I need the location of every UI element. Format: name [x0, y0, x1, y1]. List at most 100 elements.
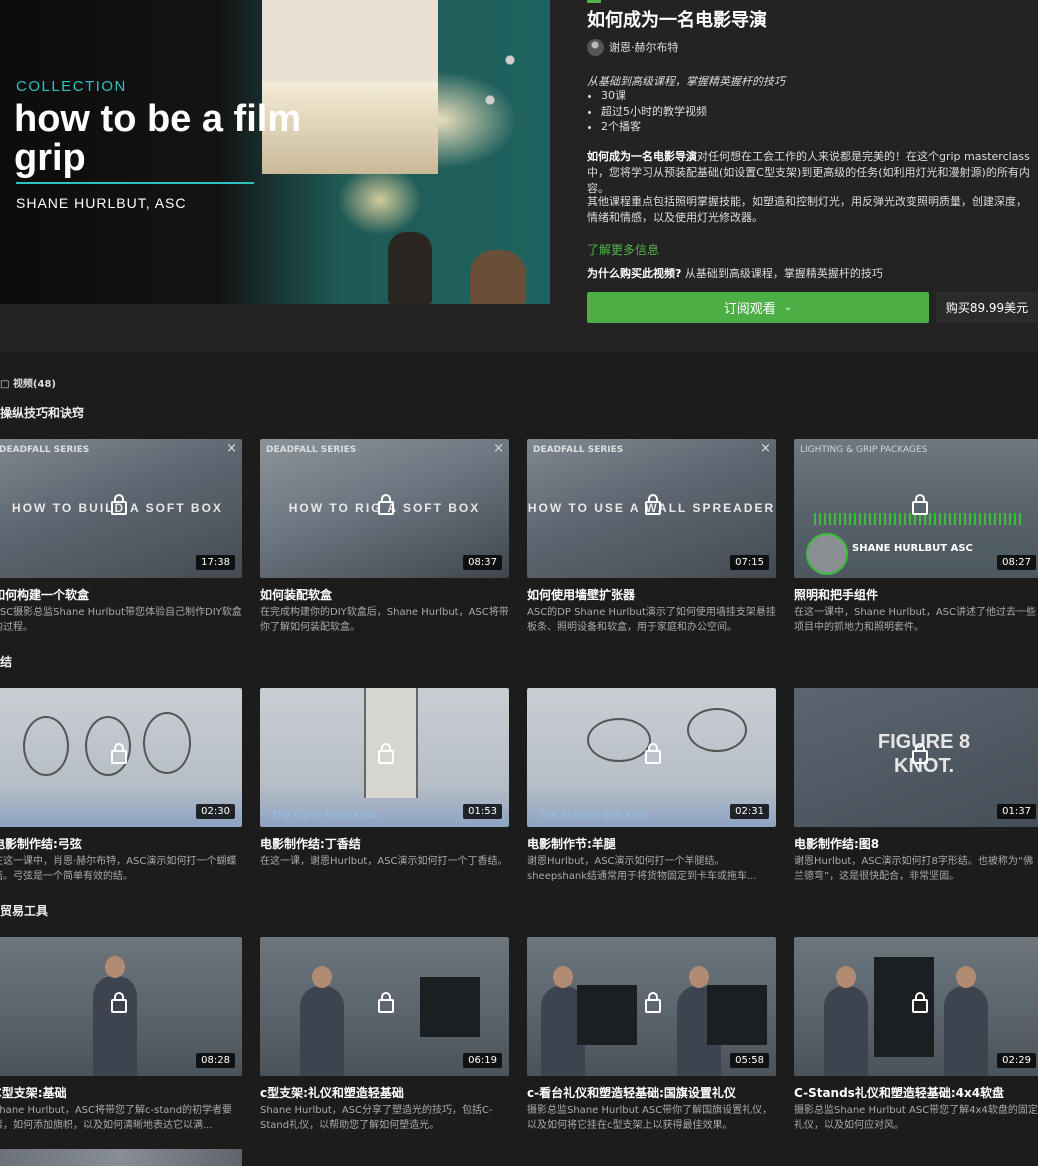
video-description: 谢恩Hurlbut，ASC演示如何打一个羊腿结。sheepshank结通常用于将… — [527, 856, 757, 882]
course-summary: 从基础到高级课程，掌握精英握杆的技巧 — [587, 75, 785, 88]
video-card[interactable]: The Clove Hitch Knot 01:53 电影制作结:丁香结 在这一… — [260, 688, 509, 884]
chevron-down-icon: ⌄ — [783, 302, 793, 313]
video-card[interactable]: 06:19 c型支架:礼仪和塑造轻基础 Shane Hurlbut，ASC分享了… — [260, 937, 509, 1133]
lock-icon — [378, 743, 394, 764]
video-thumbnail[interactable]: 05:58 — [527, 937, 776, 1076]
video-card[interactable]: 08:28 C型支架:基础 Shane Hurlbut，ASC将带您了解c-st… — [0, 937, 242, 1133]
lock-icon — [645, 743, 661, 764]
duration-badge: 02:31 — [730, 804, 769, 819]
course-description-bold: 如何成为一名电影导演 — [587, 150, 697, 163]
series-label: DEADFALL SERIES — [533, 445, 624, 455]
video-card[interactable]: The Sheepshank Knot 02:31 电影制作节:羊腿 谢恩Hur… — [527, 688, 776, 884]
course-features: 30课 超过5小时的教学视频 2个播客 — [587, 88, 707, 135]
video-title[interactable]: c-看台礼仪和塑造轻基础:国旗设置礼仪 — [527, 1084, 776, 1101]
series-label: LIGHTING & GRIP PACKAGES — [800, 445, 928, 455]
video-thumbnail[interactable]: 06:19 — [260, 937, 509, 1076]
course-description: 如何成为一名电影导演对任何想在工会工作的人来说都是完美的！在这个grip mas… — [587, 149, 1037, 197]
video-thumbnail[interactable]: LIGHTING & GRIP PACKAGES SHANE HURLBUT A… — [794, 439, 1038, 578]
video-card[interactable]: LIGHTING & GRIP PACKAGES SHANE HURLBUT A… — [794, 439, 1038, 635]
video-title[interactable]: 如何使用墙壁扩张器 — [527, 586, 776, 603]
buy-button[interactable]: 购买89.99美元 — [936, 292, 1038, 323]
close-icon: × — [226, 441, 237, 456]
feature-item: 2个播客 — [601, 119, 707, 135]
video-card[interactable]: DEADFALL SERIES × HOW TO RIG A SOFT BOX … — [260, 439, 509, 635]
duration-badge: 08:27 — [997, 555, 1036, 570]
video-title[interactable]: C型支架:基础 — [0, 1084, 242, 1101]
video-thumbnail[interactable]: The Sheepshank Knot 02:31 — [527, 688, 776, 827]
lock-icon — [645, 992, 661, 1013]
course-cover-image[interactable]: COLLECTION how to be a film grip SHANE H… — [0, 0, 550, 304]
section-title: 贸易工具 — [0, 904, 49, 918]
video-description: 在这一课，谢恩Hurlbut，ASC演示如何打一个丁香结。 — [260, 856, 508, 867]
cover-author: SHANE HURLBUT, ASC — [16, 195, 187, 211]
lock-icon — [111, 992, 127, 1013]
video-card[interactable]: DEADFALL SERIES × HOW TO BUILD A SOFT BO… — [0, 439, 242, 635]
video-description: 在这一课中，Shane Hurlbut，ASC讲述了他过去一些项目中的抓地力和照… — [794, 607, 1037, 633]
video-thumbnail[interactable]: FIGURE 8 KNOT. 01:37 — [794, 688, 1038, 827]
video-title[interactable]: c型支架:礼仪和塑造轻基础 — [260, 1084, 509, 1101]
video-thumbnail[interactable]: DEADFALL SERIES × HOW TO RIG A SOFT BOX … — [260, 439, 509, 578]
video-title[interactable]: 如何装配软盒 — [260, 586, 509, 603]
video-thumbnail[interactable]: DEADFALL SERIES × HOW TO USE A WALL SPRE… — [527, 439, 776, 578]
video-card[interactable]: FIGURE 8 KNOT. 01:37 电影制作结:图8 谢恩Hurlbut，… — [794, 688, 1038, 884]
video-title[interactable]: 如何构建一个软盒 — [0, 586, 242, 603]
video-thumbnail[interactable]: DEADFALL SERIES × HOW TO BUILD A SOFT BO… — [0, 439, 242, 578]
video-thumbnail[interactable] — [0, 1149, 242, 1166]
duration-badge: 02:30 — [196, 804, 235, 819]
lock-icon — [912, 494, 928, 515]
videos-count: □ 视频(48) — [0, 375, 56, 390]
avatar — [806, 533, 848, 575]
feature-item: 超过5小时的教学视频 — [601, 104, 707, 120]
subscribe-label: 订阅观看 — [723, 302, 776, 317]
video-title[interactable]: 照明和把手组件 — [794, 586, 1038, 603]
instructor[interactable]: 谢恩·赫尔布特 — [587, 38, 679, 56]
lock-icon — [645, 494, 661, 515]
video-description: 在这一课中，肖恩·赫尔布特，ASC演示如何打一个蝴蝶结。弓弦是一个简单有效的结。 — [0, 856, 237, 882]
video-title[interactable]: 电影制作结:图8 — [794, 835, 1038, 852]
videos-count-label: 视频(48) — [12, 379, 56, 390]
duration-badge: 06:19 — [463, 1053, 502, 1068]
video-description: ASC的DP Shane Hurlbut演示了如何使用墙挂支架悬挂板条、照明设备… — [527, 607, 776, 633]
video-description: 谢恩Hurlbut，ASC演示如何打8字形结。也被称为“佛兰德弯”，这是很快配合… — [794, 856, 1034, 882]
learn-more-link[interactable]: 了解更多信息 — [587, 241, 659, 258]
video-card[interactable]: DEADFALL SERIES × HOW TO USE A WALL SPRE… — [527, 439, 776, 635]
series-label: DEADFALL SERIES — [0, 445, 90, 455]
lock-icon — [111, 743, 127, 764]
video-description: 在完成构建你的DIY软盒后，Shane Hurlbut，ASC将带你了解如何装配… — [260, 607, 509, 633]
series-label: DEADFALL SERIES — [266, 445, 357, 455]
duration-badge: 01:53 — [463, 804, 502, 819]
video-thumbnail[interactable]: The Clove Hitch Knot 01:53 — [260, 688, 509, 827]
duration-badge: 02:29 — [997, 1053, 1036, 1068]
lock-icon — [912, 992, 928, 1013]
video-description: ASC摄影总监Shane Hurlbut带您体验自己制作DIY软盒的过程。 — [0, 607, 242, 633]
video-thumbnail[interactable]: 02:30 — [0, 688, 242, 827]
video-card[interactable]: 02:29 C-Stands礼仪和塑造轻基础:4x4软盘 摄影总监Shane H… — [794, 937, 1038, 1133]
video-title[interactable]: 电影制作节:羊腿 — [527, 835, 776, 852]
video-thumbnail[interactable]: 08:28 — [0, 937, 242, 1076]
video-icon: □ — [0, 379, 10, 390]
thumbnail-caption: The Sheepshank Knot — [539, 810, 649, 821]
video-card[interactable]: 05:58 c-看台礼仪和塑造轻基础:国旗设置礼仪 摄影总监Shane Hurl… — [527, 937, 776, 1133]
cover-title: how to be a film grip — [14, 98, 302, 179]
duration-badge: 08:37 — [463, 555, 502, 570]
video-card[interactable]: 02:30 电影制作结:弓弦 在这一课中，肖恩·赫尔布特，ASC演示如何打一个蝴… — [0, 688, 242, 884]
video-title[interactable]: 电影制作结:丁香结 — [260, 835, 509, 852]
video-title[interactable]: C-Stands礼仪和塑造轻基础:4x4软盘 — [794, 1084, 1038, 1101]
course-description-extra: 其他课程重点包括照明掌握技能，如塑造和控制灯光，用反弹光改变照明质量，创建深度，… — [587, 195, 1027, 224]
lock-icon — [111, 494, 127, 515]
video-description: Shane Hurlbut，ASC将带您了解c-stand的初学者要素，如何添加… — [0, 1105, 233, 1131]
duration-badge: 08:28 — [196, 1053, 235, 1068]
why-buy-label: 为什么购买此视频? — [587, 267, 682, 280]
subscribe-button[interactable]: 订阅观看 ⌄ — [587, 292, 929, 323]
video-description: 摄影总监Shane Hurlbut ASC带您了解4x4软盘的固定礼仪，以及如何… — [794, 1105, 1038, 1131]
category-tag — [587, 0, 601, 3]
video-thumbnail[interactable]: 02:29 — [794, 937, 1038, 1076]
cover-divider — [16, 182, 254, 184]
duration-badge: 07:15 — [730, 555, 769, 570]
feature-item: 30课 — [601, 88, 707, 104]
thumbnail-overlay-text: SHANE HURLBUT ASC — [852, 543, 973, 554]
instructor-name: 谢恩·赫尔布特 — [609, 41, 679, 54]
video-description: Shane Hurlbut，ASC分享了塑造光的技巧，包括C-Stand礼仪，以… — [260, 1105, 493, 1131]
lock-icon — [378, 494, 394, 515]
video-title[interactable]: 电影制作结:弓弦 — [0, 835, 242, 852]
